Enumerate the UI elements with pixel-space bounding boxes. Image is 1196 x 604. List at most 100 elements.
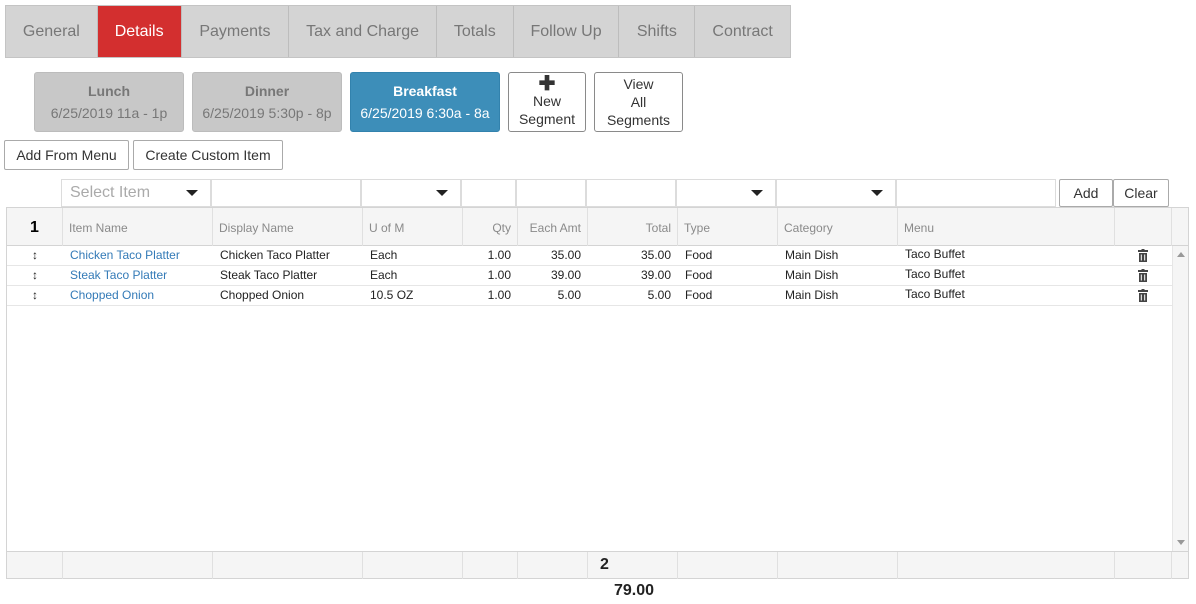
menu-cell: Taco Buffet [905,267,965,281]
category-cell: Main Dish [785,248,839,262]
segment-name: Dinner [244,83,290,99]
footer-cell [678,552,778,579]
scroll-down-icon[interactable] [1177,540,1185,545]
col-display-name[interactable]: Display Name [213,208,363,246]
tab-details[interactable]: Details [97,6,182,57]
clear-button[interactable]: Clear [1113,179,1169,207]
uom-dropdown[interactable] [361,179,461,207]
each-amt-cell: 5.00 [557,288,581,302]
create-custom-item-button[interactable]: Create Custom Item [133,140,283,170]
footer-count: 2 [600,556,609,573]
footer-cell [363,552,463,579]
col-type[interactable]: Type [678,208,778,246]
category-cell: Main Dish [785,288,839,302]
tab-payments[interactable]: Payments [182,6,290,57]
uom-cell: Each [370,268,398,282]
footer-total: 79.00 [614,582,655,599]
table-row[interactable]: ↕ Chicken Taco Platter Chicken Taco Plat… [7,246,1172,266]
tab-general[interactable]: General [6,6,98,57]
caret-down-icon[interactable] [174,180,210,206]
caret-down-icon[interactable] [424,180,460,206]
group-count: 1 [7,208,63,246]
category-dropdown[interactable] [776,179,896,207]
qty-cell: 1.00 [487,248,511,262]
drag-handle-icon[interactable]: ↕ [7,266,63,286]
segment-date: 6/25/2019 6:30a - 8a [360,105,490,121]
item-name-link[interactable]: Chicken Taco Platter [63,246,213,266]
trash-icon[interactable] [1138,289,1148,302]
footer-cell [1115,552,1172,579]
type-cell: Food [685,248,713,262]
segment-lunch[interactable]: Lunch 6/25/2019 11a - 1p [34,72,184,132]
segment-date: 6/25/2019 5:30p - 8p [202,105,332,121]
caret-down-icon[interactable] [739,180,775,206]
new-segment-label-1: New [532,93,561,109]
footer-cell [63,552,213,579]
display-name-filter[interactable] [211,179,361,207]
view-all-segments-button[interactable]: View All Segments [594,72,683,132]
tab-follow-up[interactable]: Follow Up [514,6,620,57]
grid-body: ↕ Chicken Taco Platter Chicken Taco Plat… [7,246,1172,551]
segment-breakfast[interactable]: Breakfast 6/25/2019 6:30a - 8a [350,72,500,132]
new-segment-label-2: Segment [518,111,576,127]
type-cell: Food [685,268,713,282]
col-item-name[interactable]: Item Name [63,208,213,246]
segment-name: Breakfast [393,83,457,99]
table-row[interactable]: ↕ Chopped Onion Chopped Onion 10.5 OZ 1.… [7,286,1172,306]
drag-handle-icon[interactable]: ↕ [7,246,63,266]
segment-date: 6/25/2019 11a - 1p [50,105,168,121]
category-cell: Main Dish [785,268,839,282]
scroll-up-icon[interactable] [1177,252,1185,257]
col-uom[interactable]: U of M [363,208,463,246]
type-dropdown[interactable] [676,179,776,207]
col-menu[interactable]: Menu [898,208,1115,246]
trash-icon[interactable] [1138,269,1148,282]
col-actions [1115,208,1172,246]
grid-header: 1 Item Name Display Name U of M Qty Each… [7,208,1188,246]
view-all-label-1: View [623,76,654,92]
tab-contract[interactable]: Contract [695,6,790,57]
display-name-cell: Steak Taco Platter [220,268,318,282]
plus-icon: ✚ [538,73,556,95]
col-category[interactable]: Category [778,208,898,246]
total-cell: 5.00 [647,288,671,302]
col-each-amt[interactable]: Each Amt [518,208,588,246]
trash-icon[interactable] [1138,249,1148,262]
footer-cell [898,552,1115,579]
drag-handle-icon[interactable]: ↕ [7,286,63,306]
col-total[interactable]: Total [588,208,678,246]
total-filter[interactable] [586,179,676,207]
col-qty[interactable]: Qty [463,208,518,246]
tab-shifts[interactable]: Shifts [619,6,696,57]
tab-totals[interactable]: Totals [437,6,514,57]
item-name-link[interactable]: Chopped Onion [63,286,213,306]
items-grid: 1 Item Name Display Name U of M Qty Each… [6,207,1189,599]
menu-cell: Taco Buffet [905,247,965,261]
add-button[interactable]: Add [1059,179,1113,207]
footer-cell [463,552,518,579]
segment-dinner[interactable]: Dinner 6/25/2019 5:30p - 8p [192,72,342,132]
caret-down-icon[interactable] [859,180,895,206]
footer-cell [778,552,898,579]
vertical-scrollbar[interactable] [1172,246,1188,551]
table-row[interactable]: ↕ Steak Taco Platter Steak Taco Platter … [7,266,1172,286]
total-cell: 35.00 [640,248,671,262]
tab-bar: General Details Payments Tax and Charge … [5,5,791,58]
segment-name: Lunch [88,83,130,99]
uom-cell: 10.5 OZ [370,288,414,302]
each-amt-filter[interactable] [516,179,586,207]
select-item-dropdown[interactable]: Select Item [61,179,211,207]
total-cell: 39.00 [640,268,671,282]
item-name-link[interactable]: Steak Taco Platter [63,266,213,286]
new-segment-button[interactable]: ✚ New Segment [508,72,586,132]
each-amt-cell: 35.00 [550,248,581,262]
qty-filter[interactable] [461,179,516,207]
tab-tax-and-charge[interactable]: Tax and Charge [289,6,437,57]
add-from-menu-button[interactable]: Add From Menu [4,140,129,170]
menu-filter[interactable] [896,179,1056,207]
type-cell: Food [685,288,713,302]
display-name-cell: Chicken Taco Platter [220,248,330,262]
footer-cell [518,552,588,579]
view-all-label-3: Segments [606,112,671,128]
footer-cell [213,552,363,579]
